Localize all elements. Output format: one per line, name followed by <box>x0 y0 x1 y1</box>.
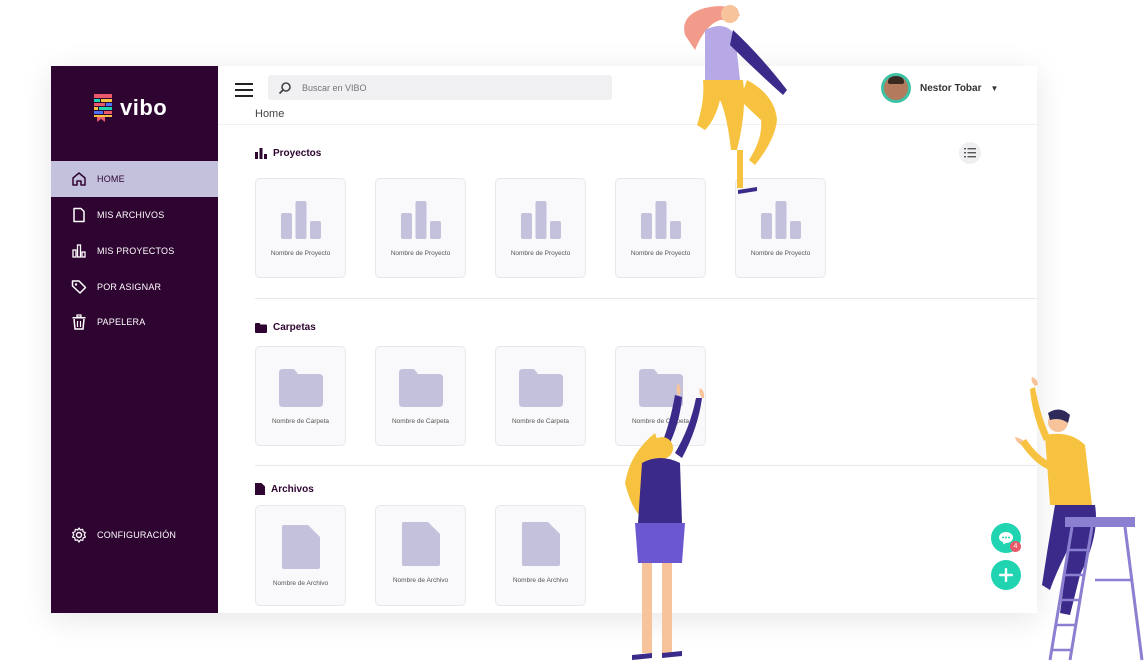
vibo-logo-icon <box>94 94 112 122</box>
top-bar: Home Nestor Tobar ▼ <box>218 66 1037 125</box>
search-bar[interactable] <box>268 75 612 100</box>
breadcrumb: Home <box>255 108 285 120</box>
list-icon <box>964 148 976 158</box>
sidebar: vibo HOME MIS ARCHIVOS MIS PROYECTOS POR… <box>51 66 218 613</box>
project-card[interactable]: Nombre de Proyecto <box>255 178 346 278</box>
list-view-button[interactable] <box>959 142 981 164</box>
file-card[interactable]: Nombre de Archivo <box>375 505 466 606</box>
bar-chart-icon <box>640 201 681 239</box>
logo[interactable]: vibo <box>94 94 167 122</box>
folder-card[interactable]: Nombre de Carpeta <box>255 346 346 446</box>
woman-reaching-illustration <box>625 383 705 660</box>
sidebar-item-mis-proyectos[interactable]: MIS PROYECTOS <box>51 233 218 269</box>
sidebar-item-label: HOME <box>97 174 125 184</box>
gear-icon <box>71 527 87 543</box>
tag-icon <box>71 279 87 295</box>
bar-chart-icon <box>760 201 801 239</box>
file-icon <box>281 525 320 569</box>
bar-chart-icon <box>400 201 441 239</box>
search-input[interactable] <box>300 81 604 94</box>
folder-card[interactable]: Nombre de Carpeta <box>495 346 586 446</box>
search-icon <box>278 81 291 94</box>
bar-chart-icon <box>255 148 267 159</box>
file-card[interactable]: Nombre de Archivo <box>495 505 586 606</box>
chevron-down-icon[interactable]: ▼ <box>991 84 999 93</box>
section-title-carpetas: Carpetas <box>255 322 316 333</box>
sidebar-item-label: MIS PROYECTOS <box>97 246 175 256</box>
sidebar-item-papelera[interactable]: PAPELERA <box>51 304 218 340</box>
section-title-proyectos: Proyectos <box>255 147 321 159</box>
section-divider <box>255 298 1037 299</box>
project-card[interactable]: Nombre de Proyecto <box>375 178 466 278</box>
file-icon <box>521 522 560 566</box>
user-name: Nestor Tobar <box>920 82 982 94</box>
app-window: vibo HOME MIS ARCHIVOS MIS PROYECTOS POR… <box>51 66 1037 613</box>
file-icon <box>255 483 265 495</box>
sidebar-item-configuracion[interactable]: CONFIGURACIÓN <box>51 517 218 553</box>
sidebar-item-por-asignar[interactable]: POR ASIGNAR <box>51 269 218 305</box>
bar-chart-icon <box>280 201 321 239</box>
sidebar-item-label: POR ASIGNAR <box>97 282 162 292</box>
project-card[interactable]: Nombre de Proyecto <box>495 178 586 278</box>
trash-icon <box>71 314 87 330</box>
man-on-ladder-illustration <box>1015 377 1144 661</box>
sidebar-item-label: PAPELERA <box>97 317 146 327</box>
logo-text: vibo <box>120 95 168 120</box>
sidebar-item-label: MIS ARCHIVOS <box>97 210 165 220</box>
menu-icon[interactable] <box>235 83 253 97</box>
folder-icon <box>255 322 267 333</box>
home-icon <box>71 171 87 187</box>
file-icon <box>401 522 440 566</box>
sidebar-item-home[interactable]: HOME <box>51 161 218 197</box>
user-menu[interactable]: Nestor Tobar ▼ <box>881 73 998 103</box>
sidebar-item-mis-archivos[interactable]: MIS ARCHIVOS <box>51 197 218 233</box>
sidebar-item-label: CONFIGURACIÓN <box>97 530 177 540</box>
avatar[interactable] <box>881 73 911 103</box>
woman-sitting-illustration <box>684 5 787 194</box>
folder-card[interactable]: Nombre de Carpeta <box>375 346 466 446</box>
file-icon <box>71 207 87 223</box>
folder-icon <box>518 369 563 407</box>
bar-chart-icon <box>520 201 561 239</box>
folder-icon <box>278 369 323 407</box>
file-card[interactable]: Nombre de Archivo <box>255 505 346 606</box>
section-title-archivos: Archivos <box>255 483 314 495</box>
folder-icon <box>398 369 443 407</box>
bar-chart-icon <box>71 243 87 259</box>
